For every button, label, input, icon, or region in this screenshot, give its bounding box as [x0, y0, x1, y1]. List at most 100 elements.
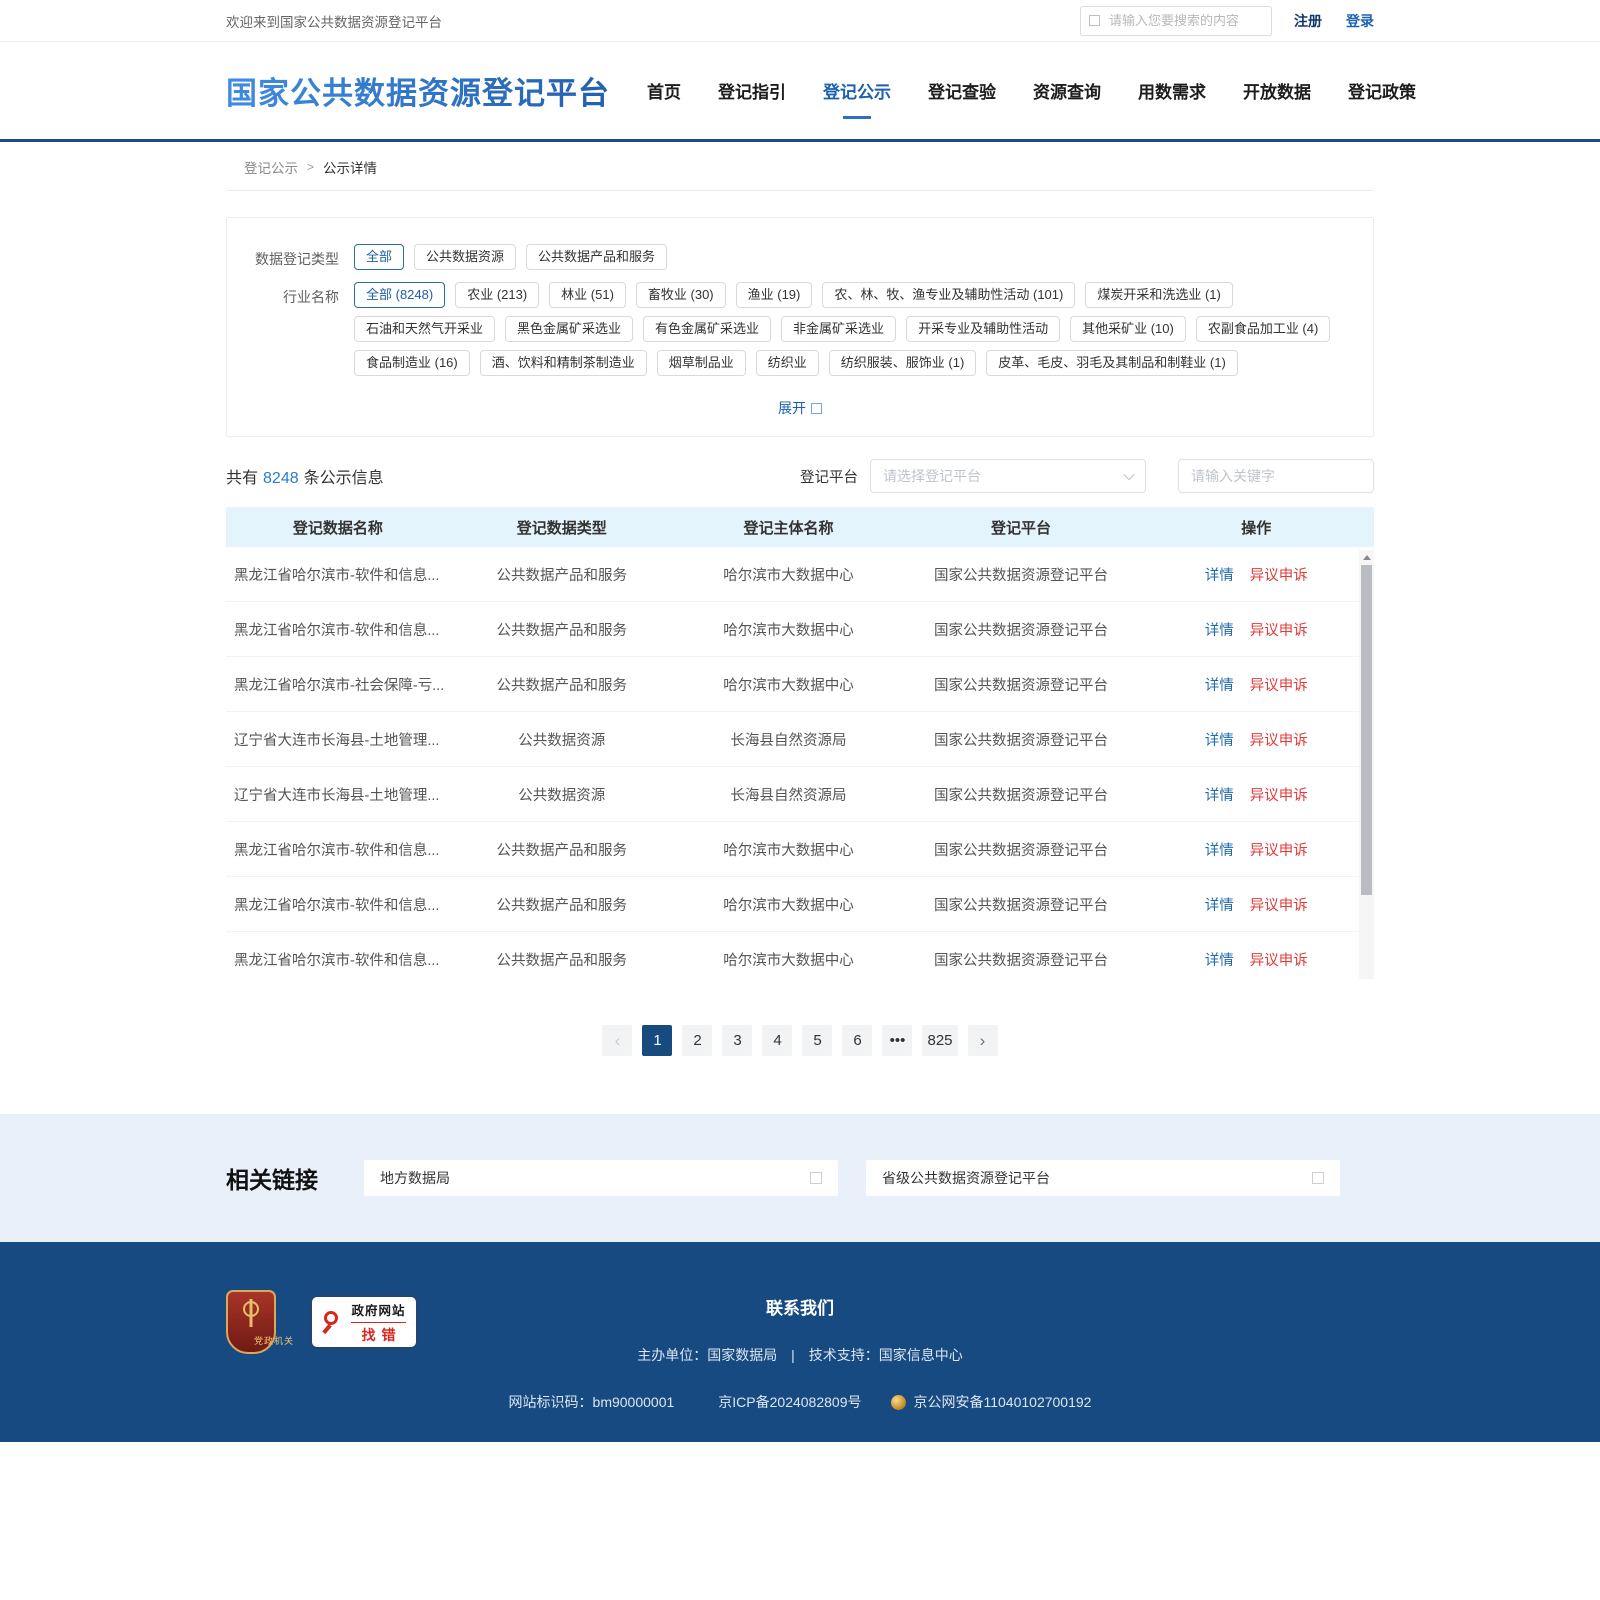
publicity-table: 登记数据名称 登记数据类型 登记主体名称 登记平台 操作 黑龙江省哈尔滨市-软件…	[226, 507, 1374, 979]
platform-select[interactable]: 请选择登记平台	[870, 459, 1146, 493]
topbar: 欢迎来到国家公共数据资源登记平台 注册 登录	[0, 0, 1600, 42]
cell-data-type: 公共数据资源	[450, 729, 674, 750]
filter-type-label: 数据登记类型	[245, 244, 339, 270]
appeal-link[interactable]: 异议申诉	[1250, 843, 1308, 859]
page-button[interactable]: 6	[842, 1025, 872, 1056]
industry-chip[interactable]: 食品制造业 (16)	[354, 350, 470, 376]
table-scrollbar[interactable]	[1359, 550, 1374, 979]
next-page-button[interactable]: ›	[968, 1025, 998, 1056]
industry-chip[interactable]: 畜牧业 (30)	[636, 282, 726, 308]
expand-button[interactable]: 展开	[778, 398, 822, 418]
appeal-link[interactable]: 异议申诉	[1250, 898, 1308, 914]
col-header-data-name: 登记数据名称	[226, 517, 450, 538]
appeal-link[interactable]: 异议申诉	[1250, 678, 1308, 694]
industry-chip[interactable]: 纺织业	[756, 350, 819, 376]
type-chip[interactable]: 公共数据资源	[414, 244, 516, 270]
keyword-input[interactable]	[1178, 459, 1374, 493]
industry-chip[interactable]: 皮革、毛皮、羽毛及其制品和制鞋业 (1)	[986, 350, 1238, 376]
platform-label: 登记平台	[800, 466, 858, 487]
detail-link[interactable]: 详情	[1205, 788, 1234, 804]
industry-chip[interactable]: 纺织服装、服饰业 (1)	[829, 350, 977, 376]
site-error-report-badge[interactable]: 政府网站 找错	[310, 1295, 418, 1349]
nav-resource-query[interactable]: 资源查询	[1033, 78, 1101, 103]
table-row: 黑龙江省哈尔滨市-软件和信息... 公共数据产品和服务 哈尔滨市大数据中心 国家…	[226, 602, 1374, 657]
topbar-search[interactable]	[1080, 6, 1272, 36]
sponsor-text: 主办单位：国家数据局	[637, 1347, 777, 1363]
filter-row-industry: 行业名称 全部 (8248) 农业 (213) 林业 (51) 畜牧业 (30)…	[245, 282, 1355, 376]
cell-data-type: 公共数据产品和服务	[450, 674, 674, 695]
type-chip[interactable]: 公共数据产品和服务	[526, 244, 667, 270]
detail-link[interactable]: 详情	[1205, 843, 1234, 859]
nav-data-demand[interactable]: 用数需求	[1138, 78, 1206, 103]
filter-industry-label: 行业名称	[245, 282, 339, 376]
industry-chip[interactable]: 开采专业及辅助性活动	[906, 316, 1060, 342]
search-input[interactable]	[1080, 6, 1272, 36]
page-button[interactable]: 2	[682, 1025, 712, 1056]
appeal-link[interactable]: 异议申诉	[1250, 623, 1308, 639]
table-body: 黑龙江省哈尔滨市-软件和信息... 公共数据产品和服务 哈尔滨市大数据中心 国家…	[226, 547, 1374, 979]
nav-guide[interactable]: 登记指引	[718, 78, 786, 103]
government-agency-badge[interactable]: 党政机关	[226, 1290, 276, 1354]
detail-link[interactable]: 详情	[1205, 568, 1234, 584]
nav-home[interactable]: 首页	[647, 78, 681, 103]
page-button[interactable]: 825	[922, 1025, 957, 1056]
page-button[interactable]: 3	[722, 1025, 752, 1056]
prev-page-button[interactable]: ‹	[602, 1025, 632, 1056]
result-count-text: 共有8248条公示信息	[226, 464, 384, 488]
detail-link[interactable]: 详情	[1205, 898, 1234, 914]
industry-chip[interactable]: 农业 (213)	[455, 282, 539, 308]
table-row: 黑龙江省哈尔滨市-软件和信息... 公共数据产品和服务 哈尔滨市大数据中心 国家…	[226, 877, 1374, 932]
nav-publicity[interactable]: 登记公示	[823, 78, 891, 103]
nav-open-data[interactable]: 开放数据	[1243, 78, 1311, 103]
related-link-local-bureau[interactable]: 地方数据局	[364, 1160, 838, 1196]
industry-chip[interactable]: 农副食品加工业 (4)	[1196, 316, 1331, 342]
login-link[interactable]: 登录	[1346, 11, 1374, 31]
industry-chip[interactable]: 石油和天然气开采业	[354, 316, 495, 342]
industry-chip[interactable]: 黑色金属矿采选业	[505, 316, 633, 342]
industry-chip[interactable]: 非金属矿采选业	[781, 316, 896, 342]
site-logo: 国家公共数据资源登记平台	[226, 68, 610, 113]
scroll-up-icon[interactable]	[1359, 550, 1374, 564]
type-chip[interactable]: 全部	[354, 244, 404, 270]
shield-badge-label: 党政机关	[251, 1334, 297, 1347]
cell-platform: 国家公共数据资源登记平台	[903, 564, 1138, 585]
industry-chip[interactable]: 其他采矿业 (10)	[1070, 316, 1186, 342]
page-button[interactable]: 1	[642, 1025, 672, 1056]
related-links-title: 相关链接	[226, 1161, 364, 1195]
page-ellipsis[interactable]: •••	[882, 1025, 912, 1056]
register-link[interactable]: 注册	[1294, 11, 1322, 31]
cell-platform: 国家公共数据资源登记平台	[903, 674, 1138, 695]
police-registration-number: 京公网安备11040102700192	[913, 1392, 1091, 1412]
page-button[interactable]: 5	[802, 1025, 832, 1056]
cell-platform: 国家公共数据资源登记平台	[903, 619, 1138, 640]
industry-chip[interactable]: 烟草制品业	[657, 350, 746, 376]
cell-subject: 哈尔滨市大数据中心	[674, 894, 904, 915]
appeal-link[interactable]: 异议申诉	[1250, 788, 1308, 804]
police-emblem-icon	[891, 1395, 906, 1410]
industry-chip[interactable]: 有色金属矿采选业	[643, 316, 771, 342]
nav-policy[interactable]: 登记政策	[1348, 78, 1416, 103]
industry-chip[interactable]: 农、林、牧、渔专业及辅助性活动 (101)	[822, 282, 1075, 308]
cell-subject: 哈尔滨市大数据中心	[674, 674, 904, 695]
detail-link[interactable]: 详情	[1205, 733, 1234, 749]
cell-subject: 哈尔滨市大数据中心	[674, 949, 904, 970]
cell-subject: 长海县自然资源局	[674, 729, 904, 750]
appeal-link[interactable]: 异议申诉	[1250, 733, 1308, 749]
industry-chip[interactable]: 煤炭开采和洗选业 (1)	[1085, 282, 1233, 308]
page-button[interactable]: 4	[762, 1025, 792, 1056]
industry-chip[interactable]: 酒、饮料和精制茶制造业	[480, 350, 647, 376]
breadcrumb-parent[interactable]: 登记公示	[244, 157, 298, 177]
detail-link[interactable]: 详情	[1205, 953, 1234, 969]
appeal-link[interactable]: 异议申诉	[1250, 953, 1308, 969]
breadcrumb: 登记公示 > 公示详情	[226, 142, 1374, 191]
related-link-provincial-platform[interactable]: 省级公共数据资源登记平台	[866, 1160, 1340, 1196]
table-row: 黑龙江省哈尔滨市-软件和信息... 公共数据产品和服务 哈尔滨市大数据中心 国家…	[226, 932, 1374, 979]
industry-chip[interactable]: 渔业 (19)	[736, 282, 813, 308]
industry-chip[interactable]: 林业 (51)	[549, 282, 626, 308]
detail-link[interactable]: 详情	[1205, 678, 1234, 694]
appeal-link[interactable]: 异议申诉	[1250, 568, 1308, 584]
nav-verify[interactable]: 登记查验	[928, 78, 996, 103]
scrollbar-thumb[interactable]	[1361, 565, 1372, 895]
industry-chip[interactable]: 全部 (8248)	[354, 282, 445, 308]
detail-link[interactable]: 详情	[1205, 623, 1234, 639]
